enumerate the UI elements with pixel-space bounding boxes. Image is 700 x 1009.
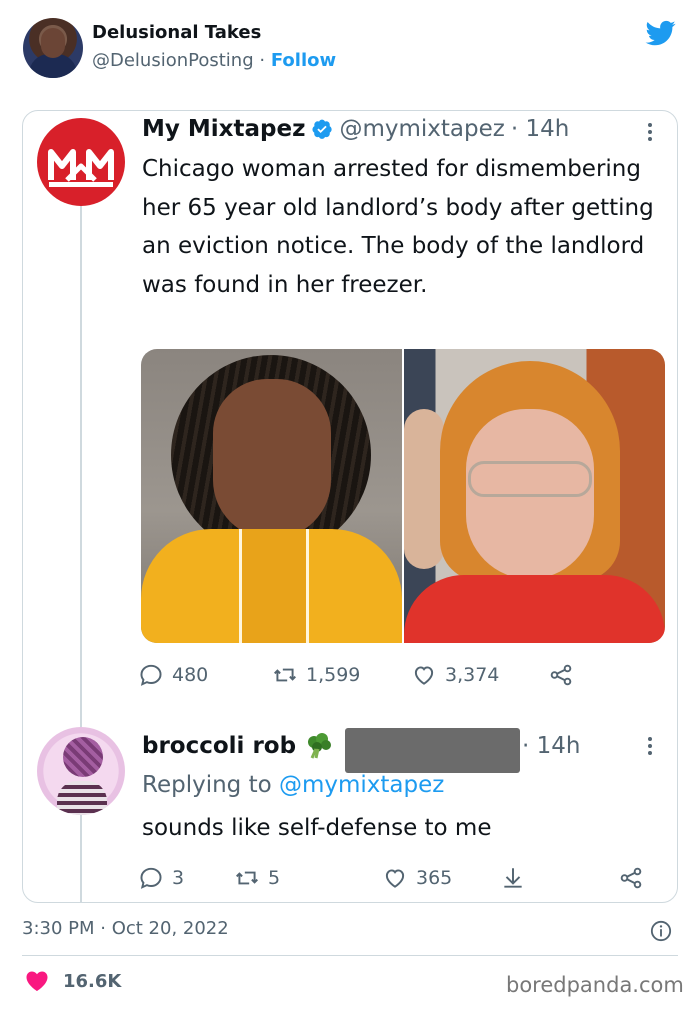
mm-logo-icon — [48, 149, 114, 187]
mugshot-photo[interactable] — [141, 349, 402, 643]
share-icon — [550, 664, 572, 686]
more-options-icon[interactable] — [645, 120, 655, 144]
author-handle[interactable]: @mymixtapez — [339, 116, 504, 142]
tweet-media[interactable] — [141, 349, 665, 643]
photo-zipper — [239, 529, 309, 643]
photo-background-person — [404, 409, 444, 569]
author-handle[interactable]: @DelusionPosting — [92, 50, 254, 71]
more-options-icon[interactable] — [645, 734, 655, 758]
broccoli-rob-avatar[interactable] — [37, 727, 125, 815]
twitter-bird-icon[interactable] — [645, 18, 677, 48]
photo-glasses — [468, 461, 592, 497]
reply-count: 480 — [172, 664, 209, 686]
author-name[interactable]: My Mixtapez — [142, 116, 305, 142]
tweet-timestamp[interactable]: 3:30 PM · Oct 20, 2022 — [22, 918, 229, 939]
share-button[interactable] — [548, 662, 582, 688]
reply-button[interactable]: 480 — [138, 662, 208, 688]
redacted-handle — [345, 728, 520, 773]
watermark: boredpanda.com — [506, 973, 684, 997]
tweet-text: Chicago woman arrested for dismembering … — [142, 156, 654, 298]
tweet-time[interactable]: · 14h — [522, 733, 580, 759]
avatar-face — [41, 28, 65, 58]
share-icon — [620, 867, 642, 889]
reply-icon — [140, 867, 162, 889]
bookmark-button[interactable] — [500, 865, 534, 891]
photo-face — [213, 379, 331, 539]
avatar-shirt — [57, 781, 107, 815]
reply-tweet-header: broccoli rob — [142, 733, 334, 759]
author-handle-row: @DelusionPosting · Follow — [92, 50, 336, 71]
reply-icon — [140, 664, 162, 686]
verified-badge-icon — [312, 119, 333, 139]
author-name[interactable]: broccoli rob — [142, 733, 296, 759]
like-count: 3,374 — [445, 664, 500, 686]
follow-button[interactable]: Follow — [271, 50, 336, 71]
tweet-text: sounds like self-defense to me — [142, 815, 492, 841]
tweet-actions: 480 1,599 3,374 — [138, 662, 588, 692]
mymixtapez-avatar[interactable] — [37, 118, 125, 206]
tweet-actions: 3 5 365 — [138, 865, 658, 895]
like-count: 365 — [416, 867, 453, 889]
author-name[interactable]: Delusional Takes — [92, 22, 261, 43]
likes-summary[interactable]: 16.6K — [25, 970, 121, 992]
heart-outline-icon — [414, 666, 434, 685]
retweet-icon — [274, 668, 296, 682]
download-arrow-icon — [504, 868, 522, 888]
info-icon[interactable] — [650, 920, 672, 942]
avatar[interactable] — [23, 18, 83, 78]
separator: · — [259, 50, 266, 71]
landlord-photo[interactable] — [404, 349, 665, 643]
reply-button[interactable]: 3 — [138, 865, 184, 891]
photo-sweater — [404, 575, 665, 643]
reply-count: 3 — [172, 867, 185, 889]
tweet-time[interactable]: · 14h — [511, 116, 569, 142]
share-button[interactable] — [618, 865, 652, 891]
broccoli-icon — [308, 733, 332, 759]
like-button[interactable]: 3,374 — [411, 662, 499, 688]
likes-count: 16.6K — [63, 970, 122, 992]
heart-outline-icon — [385, 869, 405, 888]
replying-to-handle[interactable]: @mymixtapez — [279, 772, 444, 798]
retweet-icon — [236, 871, 258, 885]
retweet-count: 5 — [268, 867, 281, 889]
retweet-button[interactable]: 5 — [234, 865, 280, 891]
heart-filled-icon — [26, 971, 48, 991]
replying-to: Replying to @mymixtapez — [142, 772, 444, 798]
outer-tweet-header: Delusional Takes @DelusionPosting · Foll… — [0, 0, 700, 100]
retweet-button[interactable]: 1,599 — [272, 662, 360, 688]
retweet-count: 1,599 — [306, 664, 361, 686]
replying-to-label: Replying to — [142, 772, 279, 798]
like-button[interactable]: 365 — [382, 865, 452, 891]
divider — [22, 955, 678, 956]
tweet-header: My Mixtapez @mymixtapez · 14h — [142, 116, 569, 142]
avatar-planet — [63, 737, 103, 777]
